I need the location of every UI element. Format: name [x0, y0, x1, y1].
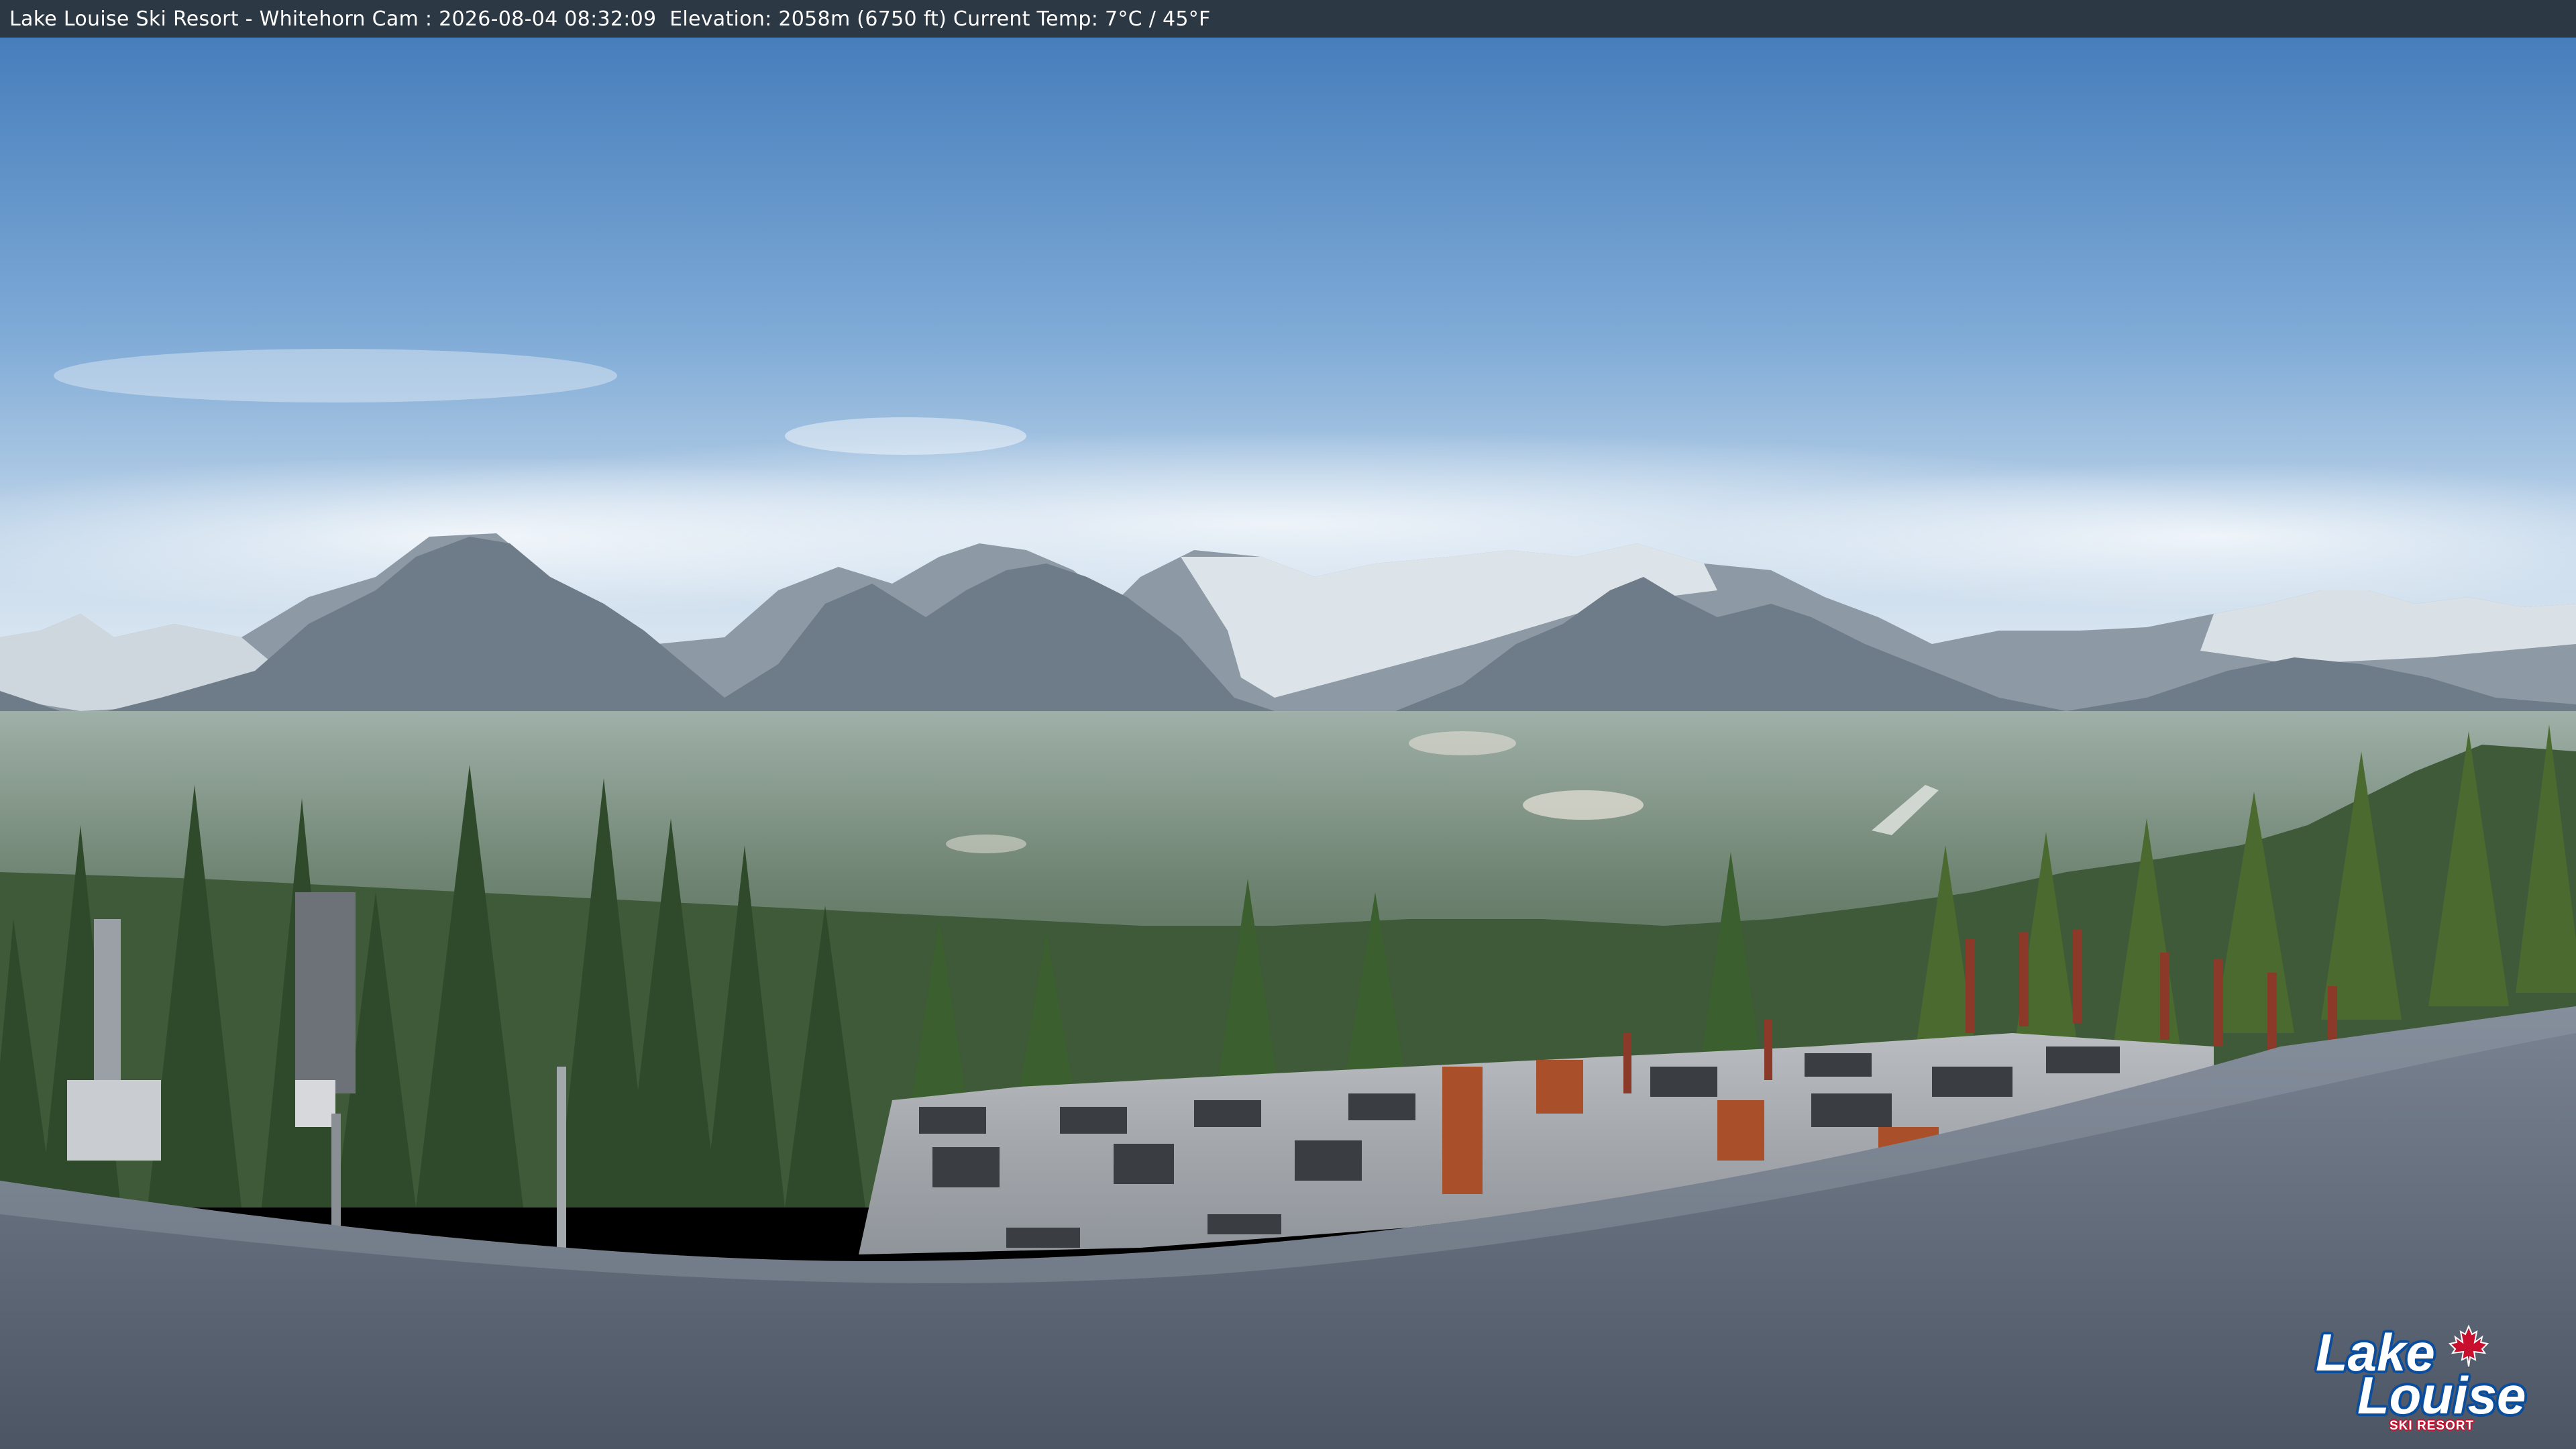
clearing — [946, 835, 1026, 853]
logo-word-louise: Louise — [2357, 1366, 2526, 1425]
webcam-image — [0, 0, 2576, 1449]
webcam-view: Lake Louise Ski Resort - Whitehorn Cam :… — [0, 0, 2576, 1449]
caption-bar: Lake Louise Ski Resort - Whitehorn Cam :… — [0, 0, 2576, 38]
clearing — [1523, 790, 1644, 820]
cloud — [54, 349, 617, 402]
camera-caption: Lake Louise Ski Resort - Whitehorn Cam :… — [9, 7, 1211, 31]
logo-subtitle: SKI RESORT — [2390, 1419, 2475, 1433]
maple-leaf-icon — [2448, 1325, 2489, 1367]
clearing — [1409, 731, 1516, 755]
cloud — [785, 417, 1026, 455]
resort-logo: Lake Louise SKI RESORT — [2316, 1325, 2526, 1433]
